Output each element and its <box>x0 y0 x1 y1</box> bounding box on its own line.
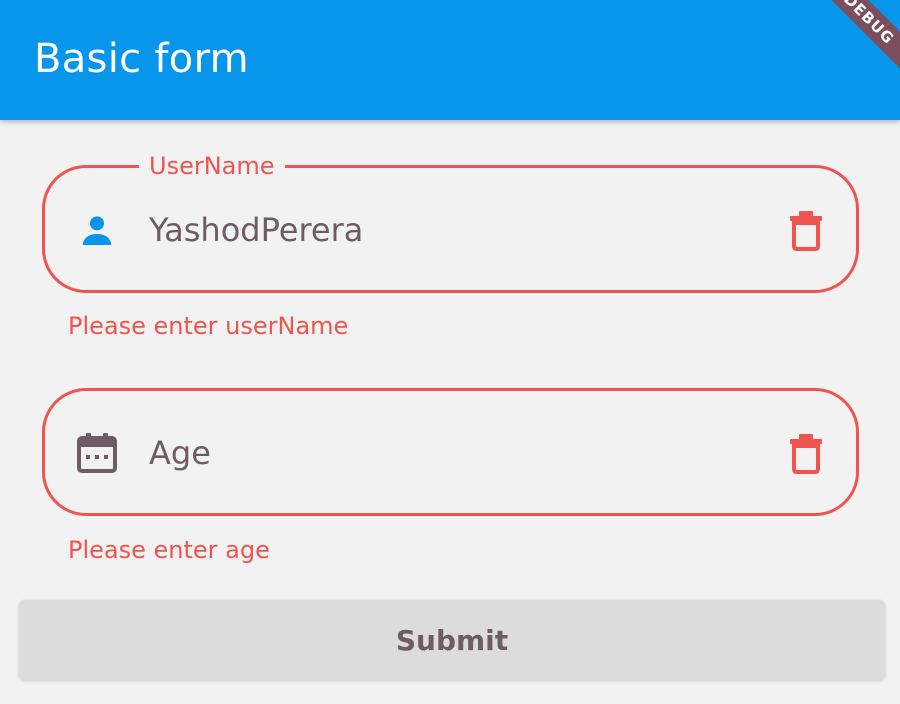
age-error: Please enter age <box>68 536 270 564</box>
clear-age-trash-icon[interactable] <box>788 431 824 475</box>
username-error: Please enter userName <box>68 312 349 340</box>
person-icon <box>75 208 119 252</box>
app-bar: Basic form DEBUG <box>0 0 900 120</box>
calendar-icon <box>75 431 119 475</box>
submit-button[interactable]: Submit <box>19 600 885 680</box>
debug-banner: DEBUG <box>806 0 900 82</box>
username-value[interactable]: YashodPerera <box>149 208 363 252</box>
age-field[interactable]: Age <box>42 388 859 516</box>
page-title: Basic form <box>34 36 249 82</box>
username-field[interactable]: UserName YashodPerera <box>42 153 859 293</box>
age-input[interactable]: Age <box>149 431 211 475</box>
clear-username-trash-icon[interactable] <box>788 208 824 252</box>
username-label: UserName <box>139 153 285 179</box>
